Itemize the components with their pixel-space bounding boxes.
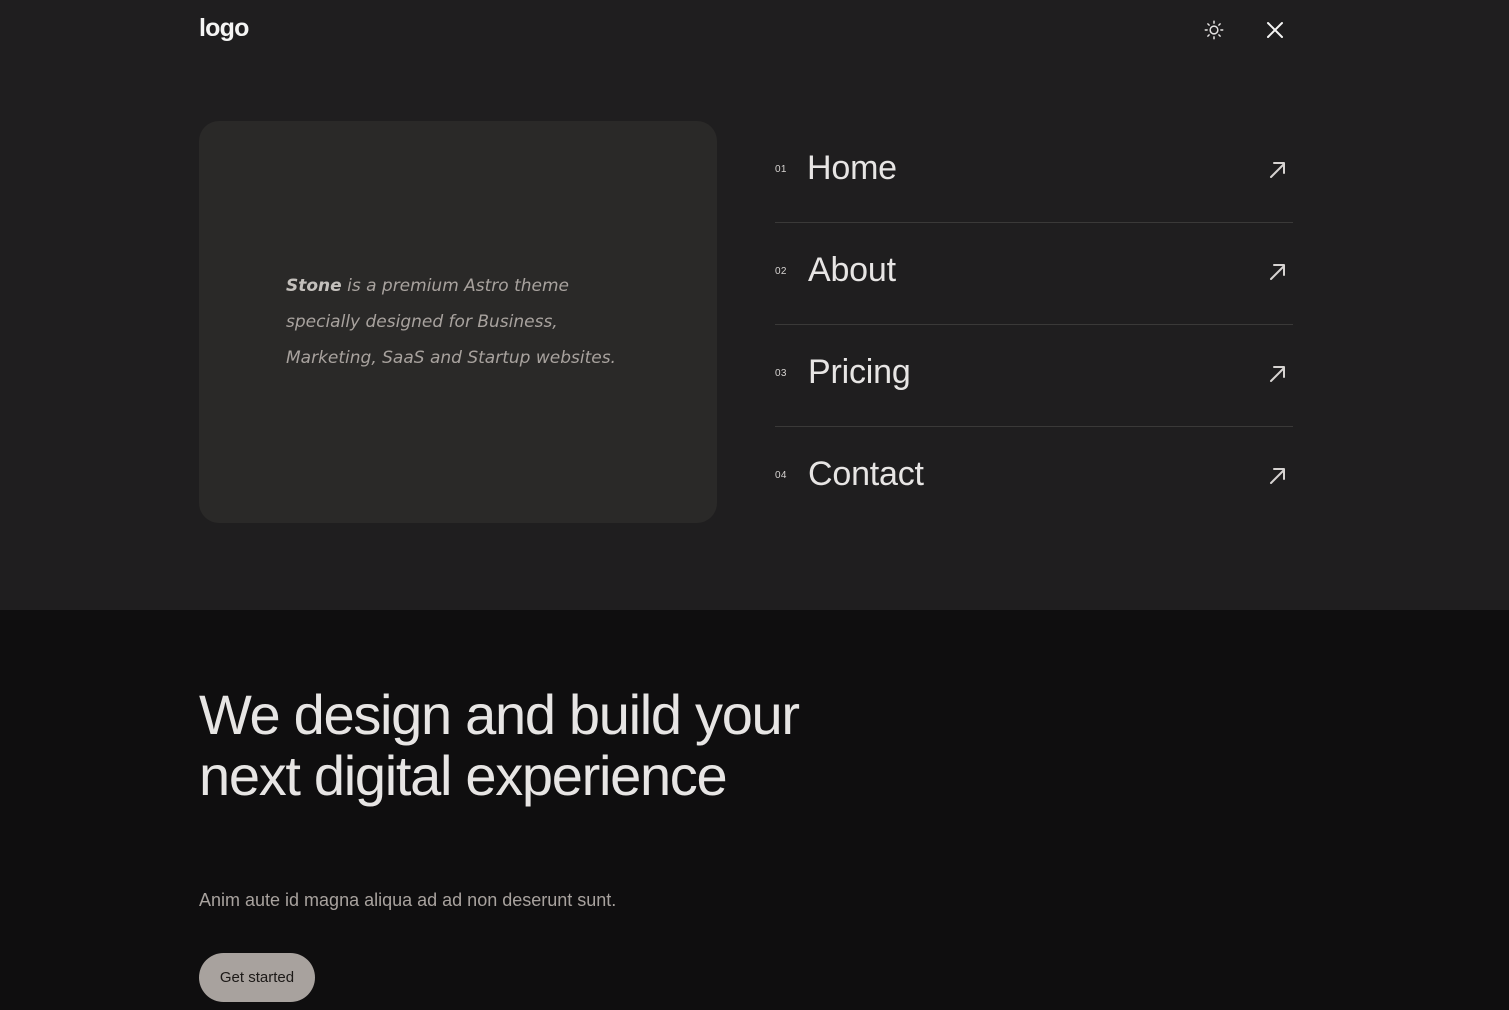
menu-panel: logo Stone is a premium Astro theme spec… bbox=[0, 0, 1509, 610]
theme-toggle-button[interactable] bbox=[1200, 16, 1228, 44]
nav-item-label[interactable]: Home bbox=[807, 149, 897, 188]
get-started-button[interactable]: Get started bbox=[199, 953, 315, 1002]
nav-item-number: 04 bbox=[775, 470, 787, 481]
nav-item-about[interactable]: 02 About bbox=[775, 223, 1293, 325]
nav-item-number: 01 bbox=[775, 164, 787, 175]
close-menu-button[interactable] bbox=[1261, 16, 1289, 44]
nav-item-label[interactable]: Pricing bbox=[808, 353, 911, 392]
arrow-up-right-icon bbox=[1270, 264, 1285, 280]
nav-item-home[interactable]: 01 Home bbox=[775, 121, 1293, 223]
sun-icon bbox=[1204, 20, 1224, 40]
hero-title: We design and build your next digital ex… bbox=[199, 683, 800, 807]
brand-name: Stone bbox=[286, 276, 342, 296]
close-icon bbox=[1267, 22, 1283, 38]
hero-subtitle: Anim aute id magna aliqua ad ad non dese… bbox=[199, 890, 617, 910]
arrow-up-right-icon bbox=[1270, 162, 1285, 178]
nav-item-pricing[interactable]: 03 Pricing bbox=[775, 325, 1293, 427]
nav-item-contact[interactable]: 04 Contact bbox=[775, 427, 1293, 529]
main-nav: 01 Home 02 About 03 Pricing 04 Contact bbox=[775, 121, 1293, 529]
nav-item-label[interactable]: About bbox=[808, 251, 896, 290]
arrow-up-right-icon bbox=[1270, 468, 1285, 484]
arrow-up-right-icon bbox=[1270, 366, 1285, 382]
logo[interactable]: logo bbox=[199, 14, 249, 43]
about-description: Stone is a premium Astro theme specially… bbox=[286, 268, 636, 376]
nav-item-number: 03 bbox=[775, 368, 787, 379]
nav-item-number: 02 bbox=[775, 266, 787, 277]
about-card: Stone is a premium Astro theme specially… bbox=[199, 121, 717, 523]
nav-item-label[interactable]: Contact bbox=[808, 455, 924, 494]
